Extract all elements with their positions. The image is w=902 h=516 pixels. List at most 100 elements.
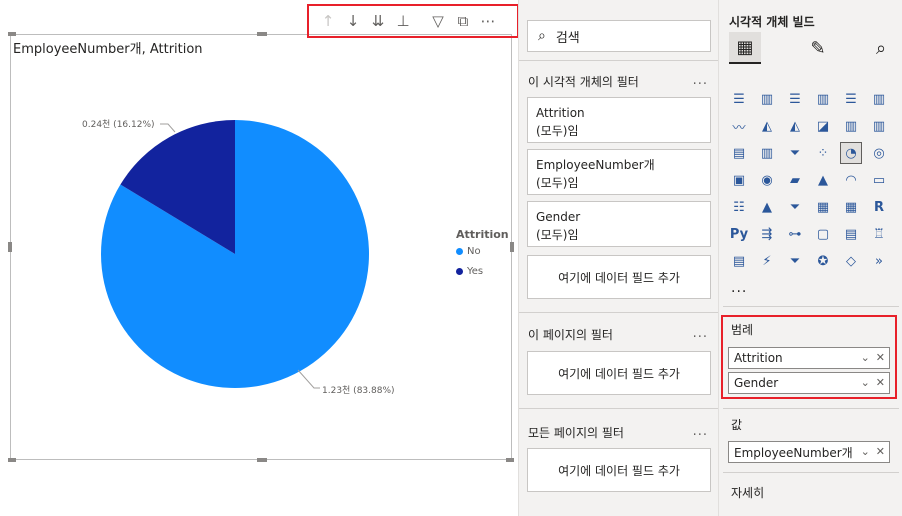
filter-card-gender[interactable]: Gender (모두)임 [527, 201, 711, 247]
stacked-column-chart-icon[interactable]: ▥ [756, 88, 778, 110]
page-filters-header: 이 페이지의 필터 [528, 328, 613, 342]
resize-handle-top[interactable] [257, 32, 267, 36]
ribbon-chart-icon[interactable]: ▥ [868, 115, 890, 137]
field-name: Gender [734, 376, 779, 390]
table-icon[interactable]: ▦ [812, 196, 834, 218]
waterfall-chart-icon[interactable]: ▤ [728, 142, 750, 164]
field-name: Attrition [734, 351, 783, 365]
donut-chart-icon[interactable]: ◎ [868, 142, 890, 164]
stacked-bar-chart-icon[interactable]: ☰ [728, 88, 750, 110]
visualizations-pane: 시각적 개체 빌드 ▦ ✎ ⌕ ☰ ▥ ☰ ▥ ☰ ▥ 〰 ◭ ◭ ◪ ▥ ▥ … [718, 0, 902, 516]
line-and-column-chart-icon[interactable]: ◪ [812, 115, 834, 137]
resize-handle-bottom[interactable] [257, 458, 267, 462]
focus-mode-icon[interactable]: ⧉ [452, 10, 474, 32]
chevron-down-icon[interactable]: ⌄ [861, 351, 870, 364]
qa-icon[interactable]: ▢ [812, 223, 834, 245]
100-stacked-column-chart-icon[interactable]: ▥ [868, 88, 890, 110]
resize-handle-corner-br[interactable] [506, 458, 514, 462]
clustered-column-chart-icon[interactable]: ▥ [812, 88, 834, 110]
filter-field-name: EmployeeNumber개 [536, 158, 655, 172]
kpi-icon[interactable]: ▲ [756, 196, 778, 218]
close-icon[interactable]: ✕ [876, 376, 885, 389]
leader-line-yes [160, 123, 176, 133]
filter-field-state: (모두)임 [536, 176, 579, 190]
filter-card-employeenumber[interactable]: EmployeeNumber개 (모두)임 [527, 149, 711, 195]
arrow-down-icon[interactable]: ↓ [342, 10, 364, 32]
treemap-icon[interactable]: ▣ [728, 169, 750, 191]
paginated-report-icon[interactable]: ▤ [728, 250, 750, 272]
card-icon[interactable]: ▭ [868, 169, 890, 191]
build-visual-title: 시각적 개체 빌드 [729, 15, 815, 29]
leader-line-no [297, 369, 320, 389]
add-visual-filter-field[interactable]: 여기에 데이터 필드 추가 [527, 255, 711, 299]
funnel-chart-icon[interactable]: ⏷ [784, 142, 806, 164]
stacked-area-chart-icon[interactable]: ◭ [784, 115, 806, 137]
divider [519, 312, 719, 313]
filter-icon[interactable]: ▽ [427, 10, 449, 32]
format-visual-tab-icon[interactable]: ✎ [802, 32, 834, 64]
power-apps-icon[interactable]: ⏷ [784, 250, 806, 272]
area-chart-icon[interactable]: ◭ [756, 115, 778, 137]
pie-chart-icon[interactable]: ◔ [840, 142, 862, 164]
chevron-down-icon[interactable]: ⌄ [861, 376, 870, 389]
add-all-pages-filter-field[interactable]: 여기에 데이터 필드 추가 [527, 448, 711, 492]
filter-search-input[interactable]: ⌕ 검색 [527, 20, 711, 52]
filter-field-name: Attrition [536, 106, 585, 120]
matrix-icon[interactable]: ▦ [840, 196, 862, 218]
decomposition-tree-icon[interactable]: ⊶ [784, 223, 806, 245]
resize-handle-right[interactable] [510, 242, 514, 252]
scatter-chart-icon[interactable]: ⁘ [812, 142, 834, 164]
close-icon[interactable]: ✕ [876, 445, 885, 458]
legend-field-gender[interactable]: Gender ⌄ ✕ [728, 372, 890, 394]
more-options-icon[interactable]: ⋯ [477, 10, 499, 32]
filter-field-name: Gender [536, 210, 581, 224]
custom-visual-icon[interactable]: ✪ [812, 250, 834, 272]
details-well-label: 자세히 [731, 486, 765, 500]
line-and-clustered-column-icon[interactable]: ▥ [840, 115, 862, 137]
filters-pane: ⌕ 검색 이 시각적 개체의 필터 ... Attrition (모두)임 Em… [518, 0, 719, 516]
divider [723, 408, 899, 409]
more-visuals-icon[interactable]: ... [731, 280, 747, 296]
double-arrow-down-icon[interactable]: ⇊ [367, 10, 389, 32]
legend-item-no[interactable]: No [456, 246, 481, 257]
line-chart-icon[interactable]: 〰 [728, 115, 750, 137]
page-filters-more-icon[interactable]: ... [693, 326, 708, 341]
filled-map-icon[interactable]: ▰ [784, 169, 806, 191]
divider [519, 60, 719, 61]
100-stacked-bar-chart-icon[interactable]: ☰ [840, 88, 862, 110]
gauge-icon[interactable]: ◠ [840, 169, 862, 191]
column-chart-icon[interactable]: ▥ [756, 142, 778, 164]
build-visual-tab-icon[interactable]: ▦ [729, 32, 761, 64]
legend-label-yes: Yes [467, 266, 484, 277]
arrow-up-icon[interactable]: ↑ [317, 10, 339, 32]
arrow-visual-icon[interactable]: » [868, 250, 890, 272]
add-page-filter-field[interactable]: 여기에 데이터 필드 추가 [527, 351, 711, 395]
power-automate-icon[interactable]: ⚡ [756, 250, 778, 272]
analytics-tab-icon[interactable]: ⌕ [865, 32, 897, 64]
legend-item-yes[interactable]: Yes [456, 266, 483, 277]
smart-narrative-icon[interactable]: ▤ [840, 223, 862, 245]
visual-filters-more-icon[interactable]: ... [693, 73, 708, 88]
azure-map-icon[interactable]: ▲ [812, 169, 834, 191]
map-icon[interactable]: ◉ [756, 169, 778, 191]
filter-field-state: (모두)임 [536, 124, 579, 138]
r-visual-icon[interactable]: R [868, 196, 890, 218]
clustered-bar-chart-icon[interactable]: ☰ [784, 88, 806, 110]
slicer-icon[interactable]: ⏷ [784, 196, 806, 218]
close-icon[interactable]: ✕ [876, 351, 885, 364]
chevron-down-icon[interactable]: ⌄ [861, 445, 870, 458]
resize-handle-corner-tl[interactable] [8, 32, 16, 36]
python-visual-icon[interactable]: Py [728, 223, 750, 245]
resize-handle-corner-bl[interactable] [8, 458, 16, 462]
expand-hierarchy-icon[interactable]: ⊥ [392, 10, 414, 32]
get-more-visuals-icon[interactable]: ◇ [840, 250, 862, 272]
multi-row-card-icon[interactable]: ☷ [728, 196, 750, 218]
legend-field-attrition[interactable]: Attrition ⌄ ✕ [728, 347, 890, 369]
values-field-employeenumber[interactable]: EmployeeNumber개 ⌄ ✕ [728, 441, 890, 463]
goals-icon[interactable]: ♖ [868, 223, 890, 245]
legend-well-label: 범례 [731, 323, 754, 337]
all-pages-filters-more-icon[interactable]: ... [693, 424, 708, 439]
key-influencers-icon[interactable]: ⇶ [756, 223, 778, 245]
filter-card-attrition[interactable]: Attrition (모두)임 [527, 97, 711, 143]
resize-handle-left[interactable] [8, 242, 12, 252]
